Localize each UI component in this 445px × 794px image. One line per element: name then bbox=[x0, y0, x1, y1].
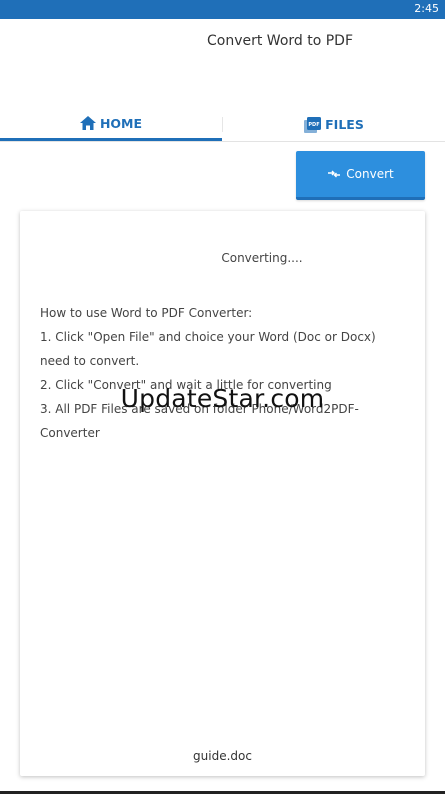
instructions-heading: How to use Word to PDF Converter: bbox=[40, 306, 253, 320]
home-icon bbox=[79, 116, 96, 130]
convert-button[interactable]: Convert bbox=[296, 151, 425, 200]
tab-files-label: FILES bbox=[325, 117, 364, 132]
app-title: Convert Word to PDF bbox=[206, 33, 354, 49]
file-name: guide.doc bbox=[193, 749, 252, 763]
instruction-step-1: 1. Click "Open File" and choice your Wor… bbox=[40, 330, 376, 368]
tab-home-label: HOME bbox=[99, 115, 143, 131]
watermark: UpdateStar.com bbox=[120, 384, 325, 413]
svg-text:PDF: PDF bbox=[309, 122, 320, 128]
pdf-file-icon: PDF bbox=[304, 116, 322, 133]
tab-home[interactable]: HOME bbox=[0, 108, 222, 141]
status-time: 2:45 bbox=[414, 2, 439, 15]
tab-bar: HOME PDF FILES bbox=[0, 108, 445, 142]
instructions: How to use Word to PDF Converter: 1. Cli… bbox=[40, 301, 405, 445]
converting-status: Converting.... bbox=[221, 251, 303, 265]
convert-arrows-icon bbox=[328, 170, 341, 178]
status-bar: 2:45 bbox=[0, 0, 445, 19]
tab-files[interactable]: PDF FILES bbox=[223, 108, 445, 141]
conversion-card: Converting.... How to use Word to PDF Co… bbox=[20, 211, 425, 776]
convert-button-label: Convert bbox=[346, 167, 394, 181]
